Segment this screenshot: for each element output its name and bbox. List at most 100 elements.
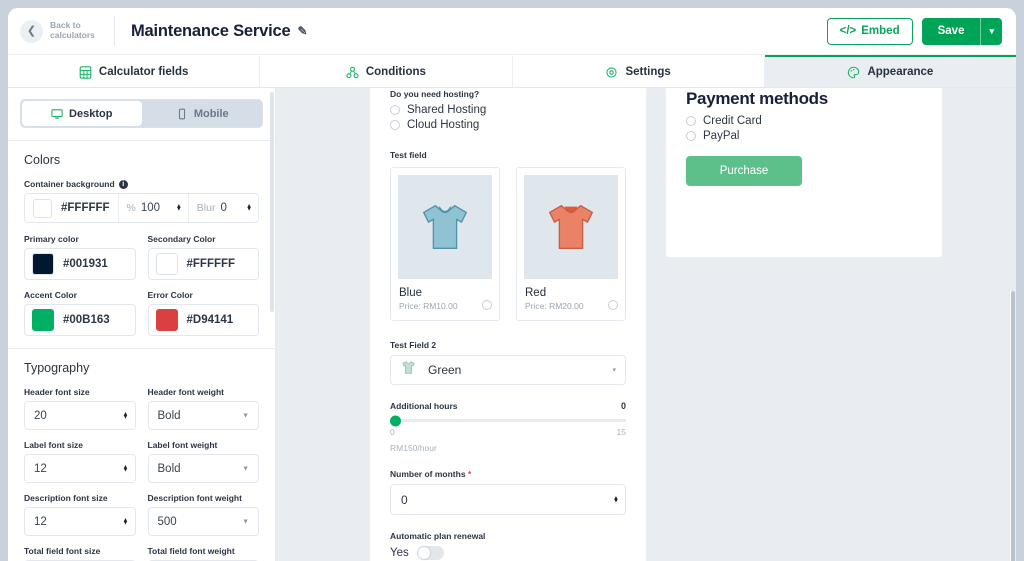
save-label: Save bbox=[937, 25, 965, 37]
additional-hours-slider[interactable] bbox=[390, 415, 626, 426]
back-to-calculators-button[interactable]: ❮ Back to calculators bbox=[18, 16, 115, 46]
purchase-button[interactable]: Purchase bbox=[686, 156, 802, 186]
hosting-option-shared[interactable]: Shared Hosting bbox=[390, 104, 626, 116]
preview-stage-inner: Do you need hosting? Shared Hosting Clou… bbox=[276, 88, 1016, 561]
tshirt-icon bbox=[423, 205, 467, 249]
chevron-down-icon[interactable]: ▼ bbox=[242, 465, 249, 472]
container-background-opacity-input[interactable]: % 100 ▲ ▼ bbox=[117, 194, 188, 222]
description-font-size-stepper[interactable]: ▲ ▼ bbox=[123, 517, 129, 526]
primary-color-input[interactable]: #001931 bbox=[24, 248, 136, 280]
payment-option-paypal[interactable]: PayPal bbox=[686, 130, 922, 142]
container-background-label: Container background i bbox=[24, 179, 259, 189]
secondary-color-input[interactable]: #FFFFFF bbox=[147, 248, 259, 280]
automatic-renewal-row[interactable]: Yes bbox=[390, 546, 626, 560]
additional-hours-field: Additional hours 0 0 15 RM150/hour bbox=[390, 401, 626, 453]
accent-color-input[interactable]: #00B163 bbox=[24, 304, 136, 336]
chevron-down-icon[interactable]: ▼ bbox=[242, 412, 249, 419]
chevron-down-icon[interactable]: ▾ bbox=[980, 17, 1002, 45]
stage-scrollbar[interactable] bbox=[1009, 291, 1015, 561]
color-swatch[interactable] bbox=[155, 253, 178, 275]
automatic-renewal-label: Automatic plan renewal bbox=[390, 531, 486, 541]
chevron-down-icon[interactable]: ▼ bbox=[242, 518, 249, 525]
radio-icon[interactable] bbox=[482, 300, 492, 310]
tab-settings[interactable]: Settings bbox=[512, 55, 765, 87]
calculator-preview-card: Do you need hosting? Shared Hosting Clou… bbox=[369, 88, 647, 561]
total-field-font-weight-label: Total field font weight bbox=[147, 546, 235, 556]
product-card-blue[interactable]: Blue Price: RM10.00 bbox=[390, 167, 500, 321]
radio-icon[interactable] bbox=[608, 300, 618, 310]
test-field-label: Test field bbox=[390, 150, 427, 160]
description-font-row: Description font size 12 ▲ ▼ Description … bbox=[24, 493, 259, 536]
embed-button[interactable]: </> Embed bbox=[826, 17, 913, 45]
device-option-mobile[interactable]: Mobile bbox=[143, 100, 263, 127]
radio-icon[interactable] bbox=[686, 116, 696, 126]
description-font-weight-select[interactable]: 500 ▼ bbox=[147, 507, 259, 536]
payment-option-credit-card[interactable]: Credit Card bbox=[686, 115, 922, 127]
header-font-row: Header font size 20 ▲ ▼ Header font weigh… bbox=[24, 387, 259, 430]
header-actions: </> Embed Save ▾ bbox=[826, 17, 1002, 45]
description-font-size-field: Description font size 12 ▲ ▼ bbox=[24, 493, 136, 536]
description-font-weight-value: 500 bbox=[157, 515, 177, 528]
opacity-stepper[interactable]: ▲ ▼ bbox=[176, 204, 182, 213]
automatic-renewal-field: Automatic plan renewal Yes bbox=[390, 531, 626, 560]
container-background-color-input[interactable]: #FFFFFF bbox=[25, 194, 118, 222]
pencil-icon[interactable]: ✎ bbox=[297, 24, 307, 38]
payment-option-credit-card-label: Credit Card bbox=[703, 115, 762, 127]
product-meta-red: Red Price: RM20.00 bbox=[517, 279, 625, 320]
color-swatch[interactable] bbox=[32, 309, 54, 331]
slider-knob[interactable] bbox=[390, 415, 401, 426]
label-font-size-label: Label font size bbox=[24, 440, 84, 450]
container-background-blur-input[interactable]: Blur 0 ▲ ▼ bbox=[187, 194, 258, 222]
radio-icon[interactable] bbox=[686, 131, 696, 141]
accent-color-hex: #00B163 bbox=[63, 314, 110, 326]
automatic-renewal-toggle[interactable] bbox=[416, 546, 444, 560]
additional-hours-rate: RM150/hour bbox=[390, 443, 437, 453]
label-font-row: Label font size 12 ▲ ▼ Label font weight … bbox=[24, 440, 259, 483]
radio-icon[interactable] bbox=[390, 105, 400, 115]
description-font-size-input[interactable]: 12 ▲ ▼ bbox=[24, 507, 136, 536]
number-of-months-input[interactable]: 0 ▲ ▼ bbox=[390, 484, 626, 515]
tab-conditions[interactable]: Conditions bbox=[260, 55, 513, 87]
info-icon[interactable]: i bbox=[118, 179, 128, 189]
label-font-size-stepper[interactable]: ▲ ▼ bbox=[123, 464, 129, 473]
tab-calculator-fields[interactable]: Calculator fields bbox=[8, 55, 261, 87]
hosting-option-cloud[interactable]: Cloud Hosting bbox=[390, 119, 626, 131]
label-font-weight-select[interactable]: Bold ▼ bbox=[147, 454, 259, 483]
number-of-months-stepper[interactable]: ▲ ▼ bbox=[613, 495, 619, 504]
additional-hours-label: Additional hours bbox=[390, 401, 458, 411]
error-color-input[interactable]: #D94141 bbox=[147, 304, 259, 336]
chevron-down-icon[interactable]: ▾ bbox=[612, 366, 616, 374]
header-font-size-stepper[interactable]: ▲ ▼ bbox=[123, 411, 129, 420]
device-option-desktop[interactable]: Desktop bbox=[22, 101, 142, 126]
automatic-renewal-state-text: Yes bbox=[390, 547, 409, 559]
product-name-blue: Blue bbox=[399, 287, 423, 299]
stage-scrollbar-thumb[interactable] bbox=[1011, 291, 1015, 561]
test-field-2-value: Green bbox=[428, 363, 462, 377]
accent-color-label: Accent Color bbox=[24, 290, 77, 300]
appearance-sidebar: Desktop Mobile Colors Container backgrou… bbox=[8, 88, 276, 561]
label-font-size-input[interactable]: 12 ▲ ▼ bbox=[24, 454, 136, 483]
color-swatch[interactable] bbox=[33, 198, 52, 218]
label-font-size-value: 12 bbox=[34, 462, 47, 475]
primary-color-field: Primary color #001931 bbox=[24, 234, 136, 280]
header-font-weight-select[interactable]: Bold ▼ bbox=[147, 401, 259, 430]
additional-hours-min: 0 bbox=[390, 427, 395, 437]
save-button[interactable]: Save ▾ bbox=[921, 17, 1002, 45]
number-of-months-field: Number of months * 0 ▲ ▼ bbox=[390, 469, 626, 515]
blur-stepper[interactable]: ▲ ▼ bbox=[246, 204, 252, 213]
hosting-option-cloud-label: Cloud Hosting bbox=[407, 119, 480, 131]
chevron-left-icon: ❮ bbox=[20, 19, 43, 43]
header-font-size-input[interactable]: 20 ▲ ▼ bbox=[24, 401, 136, 430]
color-swatch[interactable] bbox=[32, 253, 54, 275]
tab-appearance[interactable]: Appearance bbox=[764, 55, 1016, 87]
sidebar-scrollbar[interactable] bbox=[270, 92, 274, 312]
radio-icon[interactable] bbox=[390, 120, 400, 130]
product-card-red[interactable]: Red Price: RM20.00 bbox=[516, 167, 626, 321]
total-field-font-size-label: Total field font size bbox=[24, 546, 101, 556]
test-field-2-select[interactable]: Green ▾ bbox=[390, 355, 626, 385]
embed-label: Embed bbox=[861, 25, 900, 37]
product-name-red: Red bbox=[525, 287, 547, 299]
device-toggle[interactable]: Desktop Mobile bbox=[20, 99, 263, 128]
percent-unit: % bbox=[126, 202, 136, 214]
color-swatch[interactable] bbox=[155, 309, 178, 331]
